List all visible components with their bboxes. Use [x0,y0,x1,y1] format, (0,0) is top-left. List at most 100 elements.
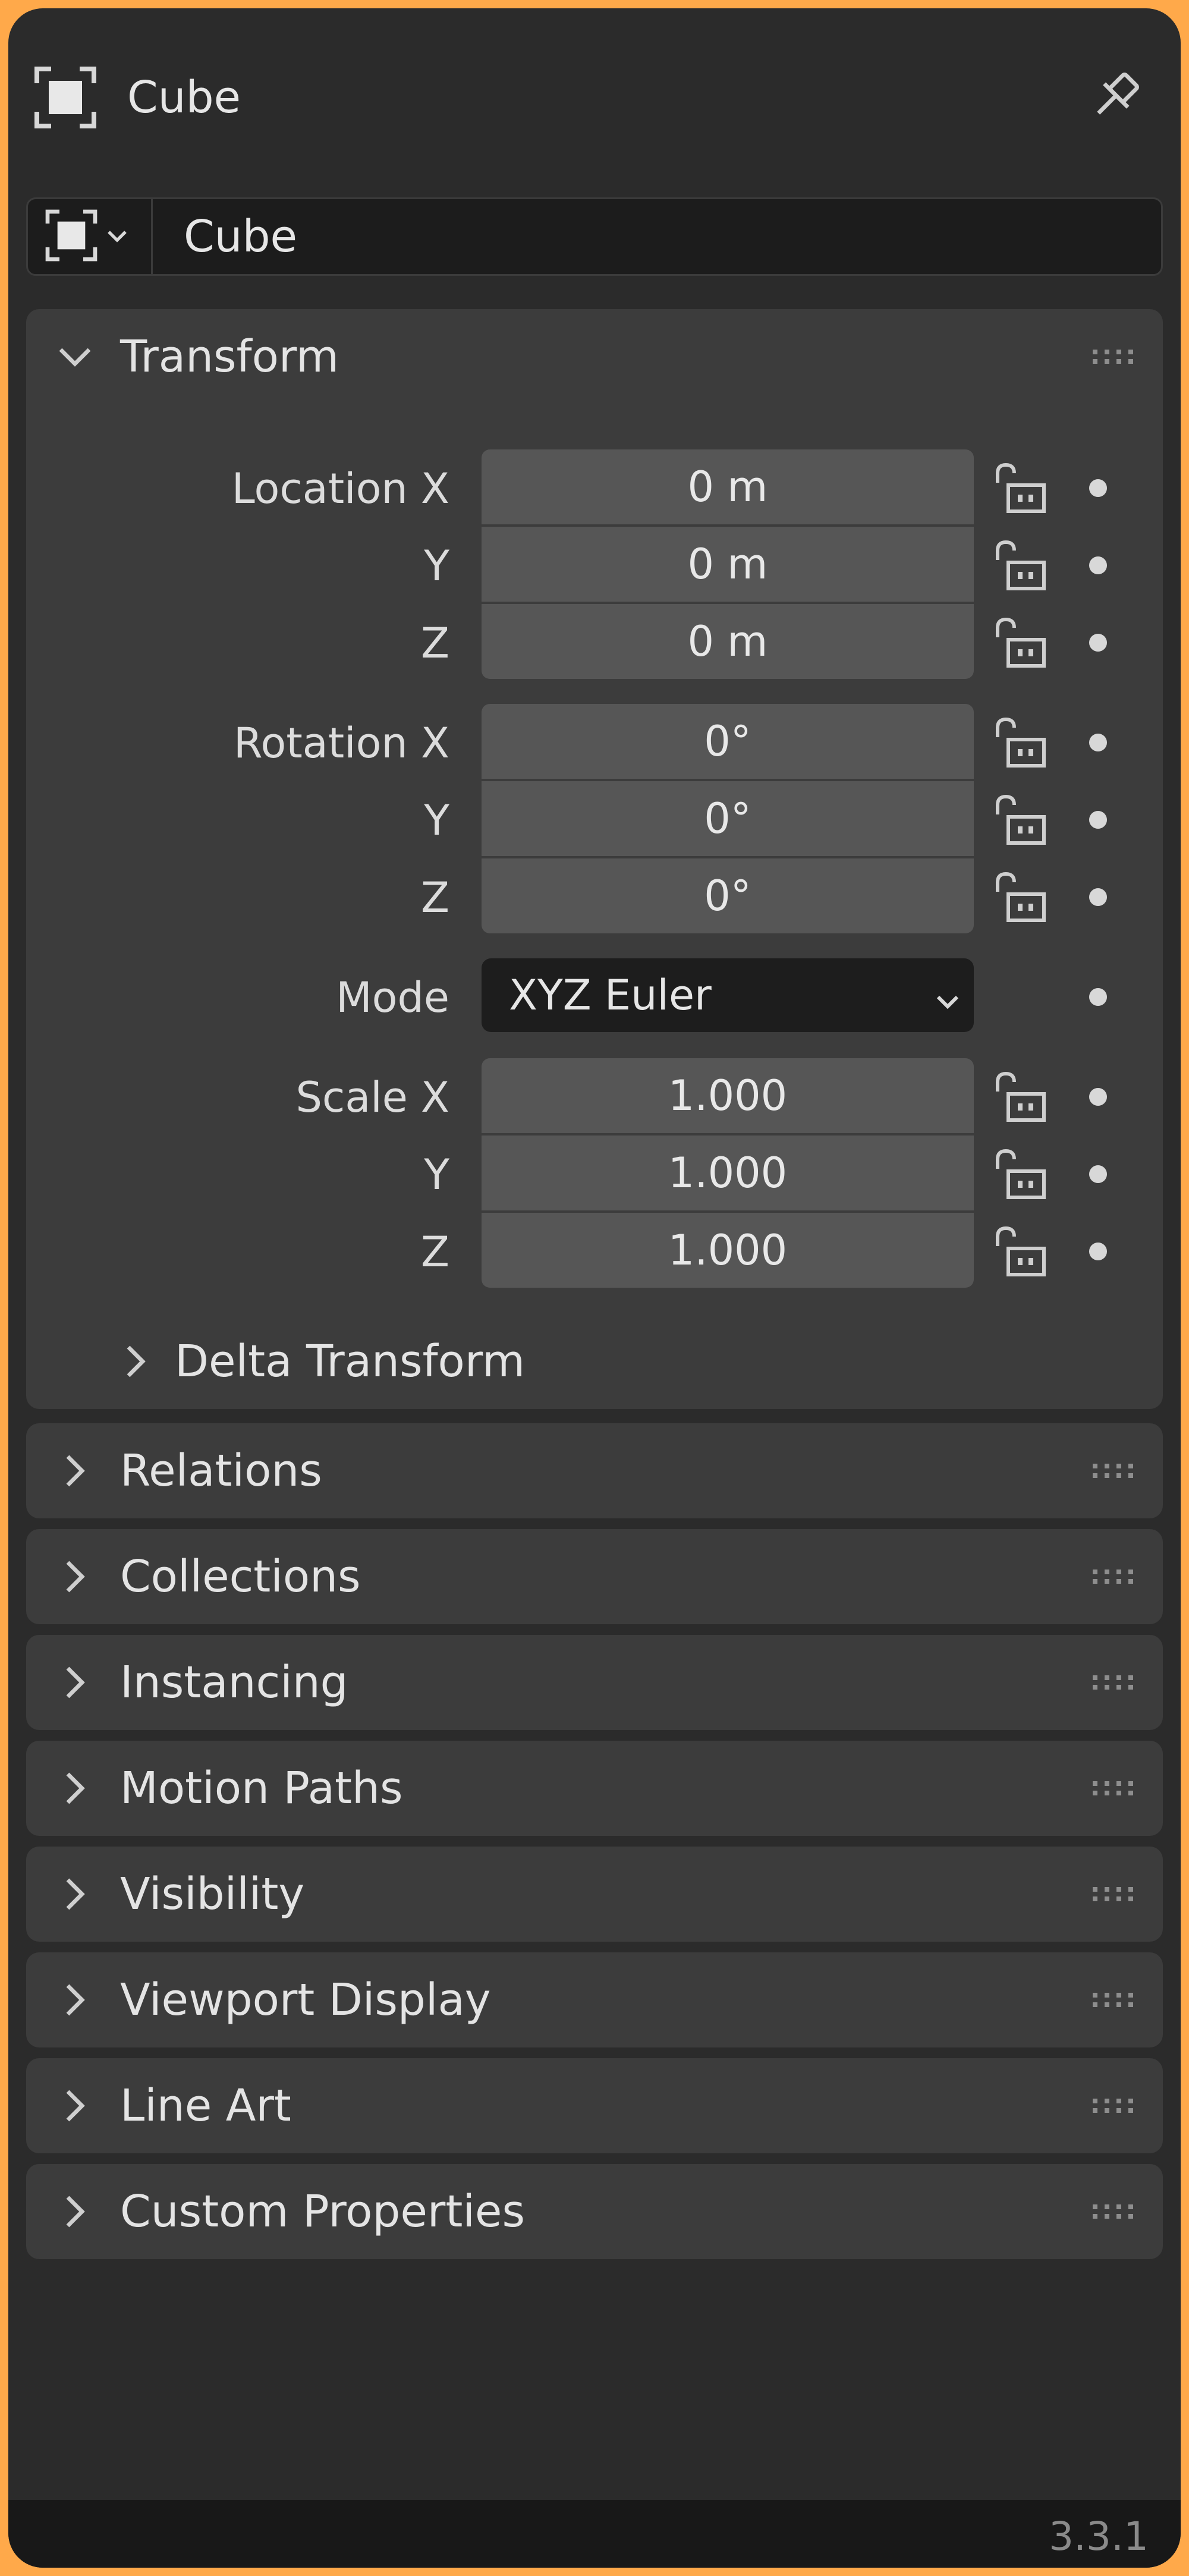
location-x-field[interactable]: 0 m [482,449,974,524]
chevron-right-icon [55,1980,95,2020]
transform-panel-header[interactable]: Transform [26,309,1163,404]
rotation-mode-value: XYZ Euler [509,971,712,1020]
object-data-icon [45,209,98,265]
rotation-y-field[interactable]: 0° [482,781,974,856]
drag-grip-icon[interactable] [1092,2201,1137,2222]
panel-header[interactable]: Viewport Display [26,1952,1163,2047]
custom-properties-panel[interactable]: Custom Properties [26,2164,1163,2259]
unlock-icon[interactable] [990,793,1050,847]
line-art-panel[interactable]: Line Art [26,2058,1163,2153]
panel-title: Motion Paths [120,1763,403,1814]
scale-y-label: Y [424,1150,449,1199]
pin-icon [1087,68,1144,127]
chevron-down-icon [104,222,130,251]
panel-title: Instancing [120,1657,348,1708]
panel-title: Transform [120,331,339,382]
chevron-right-icon [55,1874,95,1914]
panel-header[interactable]: Visibility [26,1847,1163,1942]
rotation-mode-row: Mode XYZ Euler [26,958,1163,1037]
location-y-row: Y 0 m [26,527,1163,605]
panel-title: Visibility [120,1869,305,1920]
keyframe-dot-icon[interactable] [1089,734,1107,751]
instancing-panel[interactable]: Instancing [26,1635,1163,1730]
rotation-x-label: Rotation X [234,719,449,768]
chevron-right-icon [115,1341,156,1382]
chevron-right-icon [55,2086,95,2126]
header-title: Cube [127,72,241,123]
keyframe-dot-icon[interactable] [1089,811,1107,829]
keyframe-dot-icon[interactable] [1089,988,1107,1006]
unlock-icon[interactable] [990,716,1050,769]
panel-title: Viewport Display [120,1974,491,2025]
location-z-row: Z 0 m [26,604,1163,682]
object-name-field[interactable]: Cube [153,199,1161,274]
scale-y-field[interactable]: 1.000 [482,1136,974,1210]
rotation-x-field[interactable]: 0° [482,704,974,779]
keyframe-dot-icon[interactable] [1089,479,1107,497]
chevron-right-icon [55,1451,95,1491]
location-z-field[interactable]: 0 m [482,604,974,679]
location-x-row: Location X 0 m [26,449,1163,528]
pin-button[interactable] [1078,61,1152,134]
panel-header[interactable]: Line Art [26,2058,1163,2153]
unlock-icon[interactable] [990,1147,1050,1201]
rotation-z-row: Z 0° [26,858,1163,937]
panel-title: Relations [120,1445,322,1496]
drag-grip-icon[interactable] [1092,1778,1137,1799]
keyframe-dot-icon[interactable] [1089,634,1107,652]
rotation-z-field[interactable]: 0° [482,858,974,933]
status-bar: 3.3.1 [8,2500,1181,2568]
panel-header[interactable]: Instancing [26,1635,1163,1730]
panel-header[interactable]: Custom Properties [26,2164,1163,2259]
delta-transform-subpanel-header[interactable]: Delta Transform [26,1320,1163,1403]
keyframe-dot-icon[interactable] [1089,1243,1107,1260]
viewport-display-panel[interactable]: Viewport Display [26,1952,1163,2047]
scale-x-label: Scale X [295,1073,449,1122]
unlock-icon[interactable] [990,539,1050,592]
unlock-icon[interactable] [990,1225,1050,1278]
rotation-mode-select[interactable]: XYZ Euler [482,958,974,1032]
scale-y-row: Y 1.000 [26,1136,1163,1214]
drag-grip-icon[interactable] [1092,1566,1137,1587]
unlock-icon[interactable] [990,616,1050,669]
location-z-label: Z [421,619,449,668]
drag-grip-icon[interactable] [1092,1989,1137,2011]
scale-z-label: Z [421,1228,449,1276]
keyframe-dot-icon[interactable] [1089,1088,1107,1106]
panel-header[interactable]: Motion Paths [26,1741,1163,1836]
keyframe-dot-icon[interactable] [1089,1165,1107,1183]
unlock-icon[interactable] [990,870,1050,924]
rotation-z-label: Z [421,873,449,922]
chevron-right-icon [55,1556,95,1597]
keyframe-dot-icon[interactable] [1089,888,1107,906]
panel-header[interactable]: Collections [26,1529,1163,1624]
motion-paths-panel[interactable]: Motion Paths [26,1741,1163,1836]
drag-grip-icon[interactable] [1092,1883,1137,1905]
keyframe-dot-icon[interactable] [1089,556,1107,574]
scale-z-field[interactable]: 1.000 [482,1213,974,1288]
chevron-right-icon [55,2191,95,2232]
rotation-y-row: Y 0° [26,781,1163,860]
editor-header: Cube [8,8,1181,175]
object-type-selector[interactable] [28,199,153,274]
drag-grip-icon[interactable] [1092,1672,1137,1693]
drag-grip-icon[interactable] [1092,1460,1137,1482]
drag-grip-icon[interactable] [1092,2095,1137,2116]
chevron-down-icon [931,980,964,1013]
collections-panel[interactable]: Collections [26,1529,1163,1624]
unlock-icon[interactable] [990,461,1050,515]
transform-panel: Transform Location X 0 m Y 0 m Z 0 m Rot… [26,309,1163,1409]
chevron-right-icon [55,1662,95,1703]
rotation-y-label: Y [424,796,449,845]
scale-x-field[interactable]: 1.000 [482,1058,974,1133]
panel-title: Line Art [120,2080,291,2131]
relations-panel[interactable]: Relations [26,1423,1163,1518]
object-name-row: Cube [26,197,1163,276]
chevron-down-icon [55,336,95,377]
drag-grip-icon[interactable] [1092,346,1137,367]
visibility-panel[interactable]: Visibility [26,1847,1163,1942]
unlock-icon[interactable] [990,1070,1050,1124]
scale-x-row: Scale X 1.000 [26,1058,1163,1137]
panel-header[interactable]: Relations [26,1423,1163,1518]
location-y-field[interactable]: 0 m [482,527,974,602]
